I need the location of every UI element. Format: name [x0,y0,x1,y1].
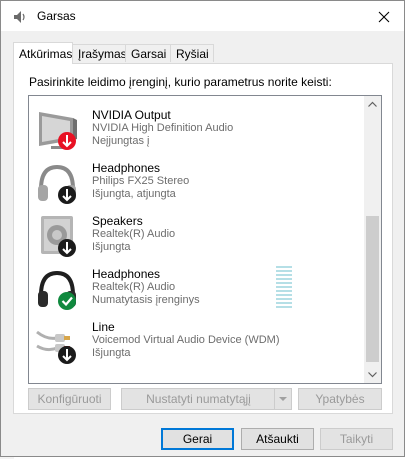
device-name: Line [92,320,115,334]
instruction-text: Pasirinkite leidimo įrenginį, kurio para… [29,75,332,89]
speaker-icon [14,11,25,23]
ok-button[interactable]: Gerai [161,428,234,450]
partial-device-icon [51,95,83,100]
device-list[interactable]: NVIDIA Output NVIDIA High Definition Aud… [28,95,382,384]
device-description: NVIDIA High Definition Audio [92,122,234,134]
device-item-line[interactable]: Line Voicemod Virtual Audio Device (WDM)… [29,318,365,370]
device-status: Išjungta, atjungta [92,188,176,200]
device-item-speakers[interactable]: Speakers Realtek(R) Audio Išjungta [29,212,365,264]
device-name: Speakers [92,214,143,228]
device-status: Išjungta [92,347,131,359]
scroll-up-icon[interactable] [364,96,381,113]
configure-button[interactable]: Konfigūruoti [28,388,111,410]
dropdown-arrow-icon[interactable] [274,389,291,409]
tab-recording[interactable]: Įrašymas [72,44,127,62]
apply-button[interactable]: Taikyti [320,428,393,450]
device-item-nvidia-output[interactable]: NVIDIA Output NVIDIA High Definition Aud… [29,106,365,158]
audio-cable-icon [36,330,76,364]
device-description: Philips FX25 Stereo [92,175,190,187]
monitor-icon [39,112,77,150]
properties-button[interactable]: Ypatybės [298,388,382,410]
sound-dialog: Garsas Atkūrimas Įrašymas Garsai Ryšiai … [0,0,405,457]
speaker-icon [41,216,76,257]
scroll-down-icon[interactable] [364,366,381,383]
device-description: Voicemod Virtual Audio Device (WDM) [92,334,280,346]
tab-playback[interactable]: Atkūrimas [13,42,73,64]
device-item-headphones-philips[interactable]: Headphones Philips FX25 Stereo Išjungta,… [29,159,365,211]
title-bar: Garsas [1,1,404,31]
device-description: Realtek(R) Audio [92,281,176,293]
device-item-headphones-realtek[interactable]: Headphones Realtek(R) Audio Numatytasis … [29,265,365,317]
device-name: Headphones [92,267,161,281]
window-title: Garsas [37,9,76,23]
device-name: NVIDIA Output [92,108,171,122]
set-default-button[interactable]: Nustatyti numatytąjį [121,388,292,410]
device-name: Headphones [92,161,161,175]
scrollbar-thumb[interactable] [366,216,379,362]
headphones-icon [38,164,76,204]
device-status: Numatytasis įrenginys [92,294,200,306]
tab-communications[interactable]: Ryšiai [170,44,214,62]
headphones-icon [38,270,76,310]
close-icon[interactable] [374,7,394,27]
tab-sounds[interactable]: Garsai [125,44,171,62]
volume-level-meter [276,266,292,312]
vertical-scrollbar[interactable] [364,96,381,383]
device-status: Neįjungtas į [92,135,150,147]
device-description: Realtek(R) Audio [92,228,176,240]
cancel-button[interactable]: Atšaukti [241,428,314,450]
device-status: Išjungta [92,241,131,253]
set-default-label: Nustatyti numatytąjį [146,392,251,406]
playback-panel: Pasirinkite leidimo įrenginį, kurio para… [13,63,393,414]
